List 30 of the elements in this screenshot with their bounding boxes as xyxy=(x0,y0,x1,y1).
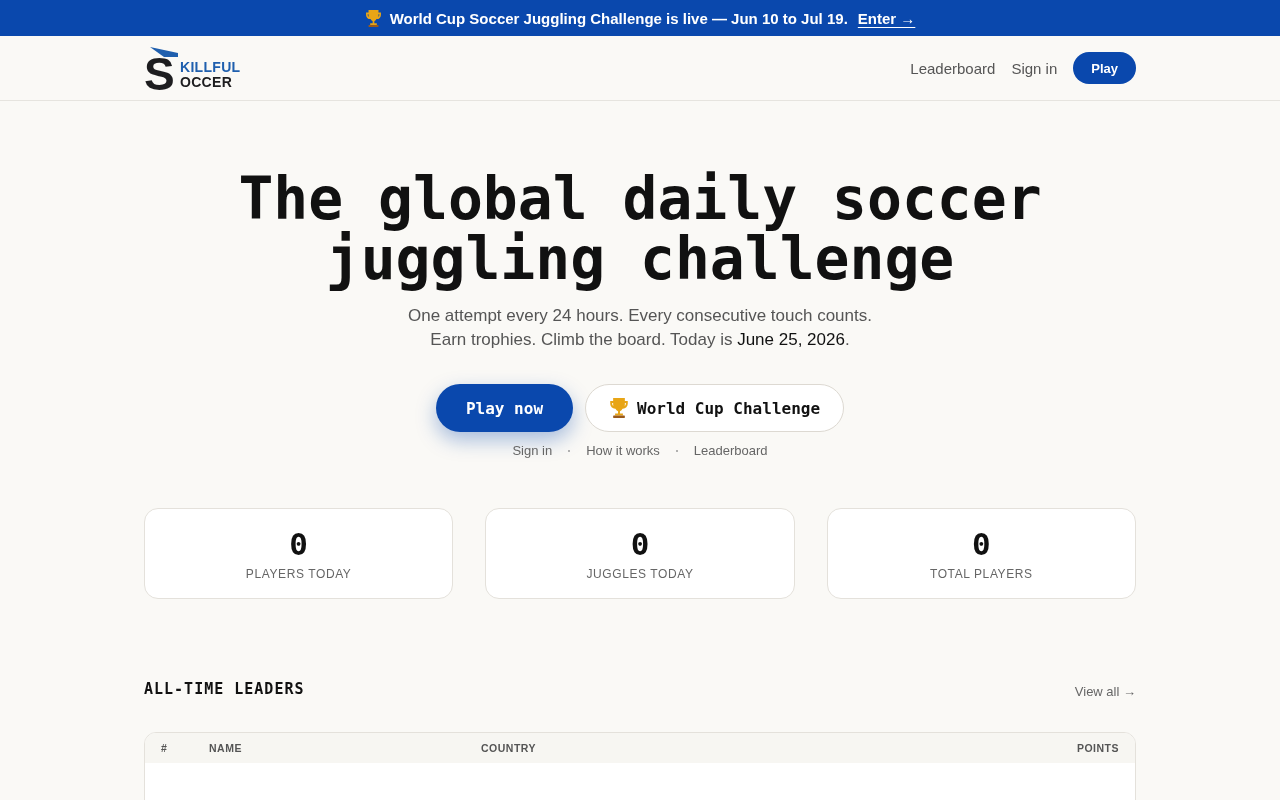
play-button[interactable]: Play xyxy=(1073,52,1136,84)
trophy-icon xyxy=(609,398,629,418)
column-header: NAME xyxy=(209,742,242,754)
world-cup-button[interactable]: World Cup Challenge xyxy=(585,384,845,432)
swoosh-icon xyxy=(150,47,178,57)
column-header: POINTS xyxy=(1076,742,1119,754)
play-now-button[interactable]: Play now xyxy=(435,384,573,432)
hero-link[interactable]: Leaderboard xyxy=(693,443,768,459)
column-header: # xyxy=(161,742,168,754)
nav-link[interactable]: Leaderboard xyxy=(910,59,996,77)
hero-title: The global daily soccer juggling challenge xyxy=(237,169,1043,289)
stat-value: 0 xyxy=(289,526,308,561)
stat-label: PLAYERS TODAY xyxy=(245,566,352,581)
stat-value: 0 xyxy=(630,526,650,561)
section-title: ALL-TIME LEADERS xyxy=(144,680,305,698)
announcement-text: World Cup Soccer Juggling Challenge is live — Jun 10 to Jul 19. xyxy=(389,9,848,27)
enter-link[interactable]: Enter → xyxy=(857,9,916,27)
logo-text: KILLFUL xyxy=(180,60,241,75)
stat-label: JUGGLES TODAY xyxy=(586,566,694,581)
stat-value: 0 xyxy=(972,526,991,561)
hero-link[interactable]: How it works xyxy=(586,443,660,459)
column-header: COUNTRY xyxy=(481,742,537,754)
logo-text: OCCER xyxy=(180,75,234,90)
view-all-link[interactable]: View all → xyxy=(1074,684,1136,699)
hero-subtitle: One attempt every 24 hours. Every consecutive touch counts. Earn trophies. Climb the board. Today is June 25, 2026. xyxy=(407,305,873,351)
trophy-icon xyxy=(364,9,382,27)
logo-letter: S xyxy=(144,58,174,91)
hero-link[interactable]: Sign in xyxy=(512,443,553,459)
nav-link[interactable]: Sign in xyxy=(1011,59,1058,77)
stat-label: TOTAL PLAYERS xyxy=(929,566,1033,581)
